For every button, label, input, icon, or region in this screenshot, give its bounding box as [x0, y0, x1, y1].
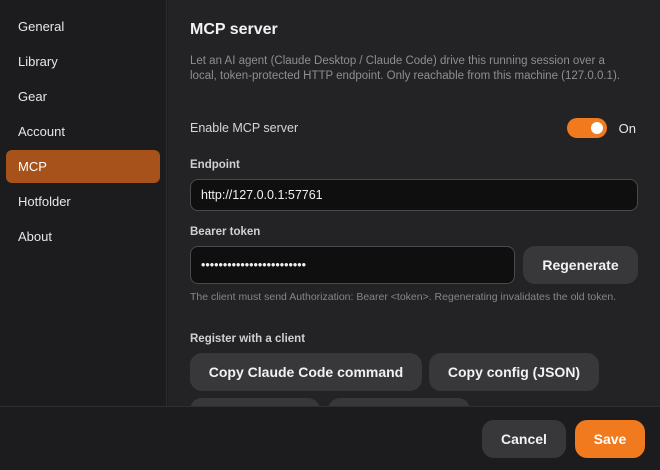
bearer-token-label: Bearer token — [190, 226, 261, 238]
sidebar-item-hotfolder[interactable]: Hotfolder — [6, 185, 160, 218]
client-button-partial-2[interactable] — [328, 398, 470, 406]
sidebar-item-gear[interactable]: Gear — [6, 80, 160, 113]
sidebar-item-library[interactable]: Library — [6, 45, 160, 78]
page-description: Let an AI agent (Claude Desktop / Claude… — [190, 55, 620, 82]
page-title: MCP server — [190, 21, 278, 38]
cancel-button[interactable]: Cancel — [482, 420, 566, 458]
enable-mcp-toggle-group: On — [566, 118, 636, 138]
toggle-knob — [590, 122, 603, 134]
save-button[interactable]: Save — [575, 420, 645, 458]
enable-mcp-toggle[interactable] — [566, 118, 607, 138]
regenerate-button[interactable]: Regenerate — [523, 246, 638, 284]
settings-panel: MCP server Let an AI agent (Claude Deskt… — [168, 0, 660, 406]
endpoint-field[interactable] — [190, 179, 638, 211]
enable-mcp-row: Enable MCP server On — [190, 116, 638, 140]
sidebar-item-mcp[interactable]: MCP — [6, 150, 160, 183]
copy-claude-code-command-button[interactable]: Copy Claude Code command — [190, 353, 422, 391]
copy-config-json-button[interactable]: Copy config (JSON) — [429, 353, 599, 391]
sidebar-item-account[interactable]: Account — [6, 115, 160, 148]
token-hint: The client must send Authorization: Bear… — [190, 291, 617, 303]
client-button-partial-1[interactable] — [190, 398, 320, 406]
settings-sidebar: General Library Gear Account MCP Hotfold… — [0, 0, 167, 406]
enable-mcp-label: Enable MCP server — [190, 121, 299, 135]
bearer-token-field[interactable] — [190, 246, 515, 284]
endpoint-label: Endpoint — [190, 159, 240, 171]
register-client-label: Register with a client — [190, 333, 306, 345]
sidebar-item-about[interactable]: About — [6, 220, 160, 253]
toggle-state-label: On — [618, 120, 636, 136]
sidebar-item-general[interactable]: General — [6, 10, 160, 43]
dialog-footer: Cancel Save — [0, 406, 660, 470]
